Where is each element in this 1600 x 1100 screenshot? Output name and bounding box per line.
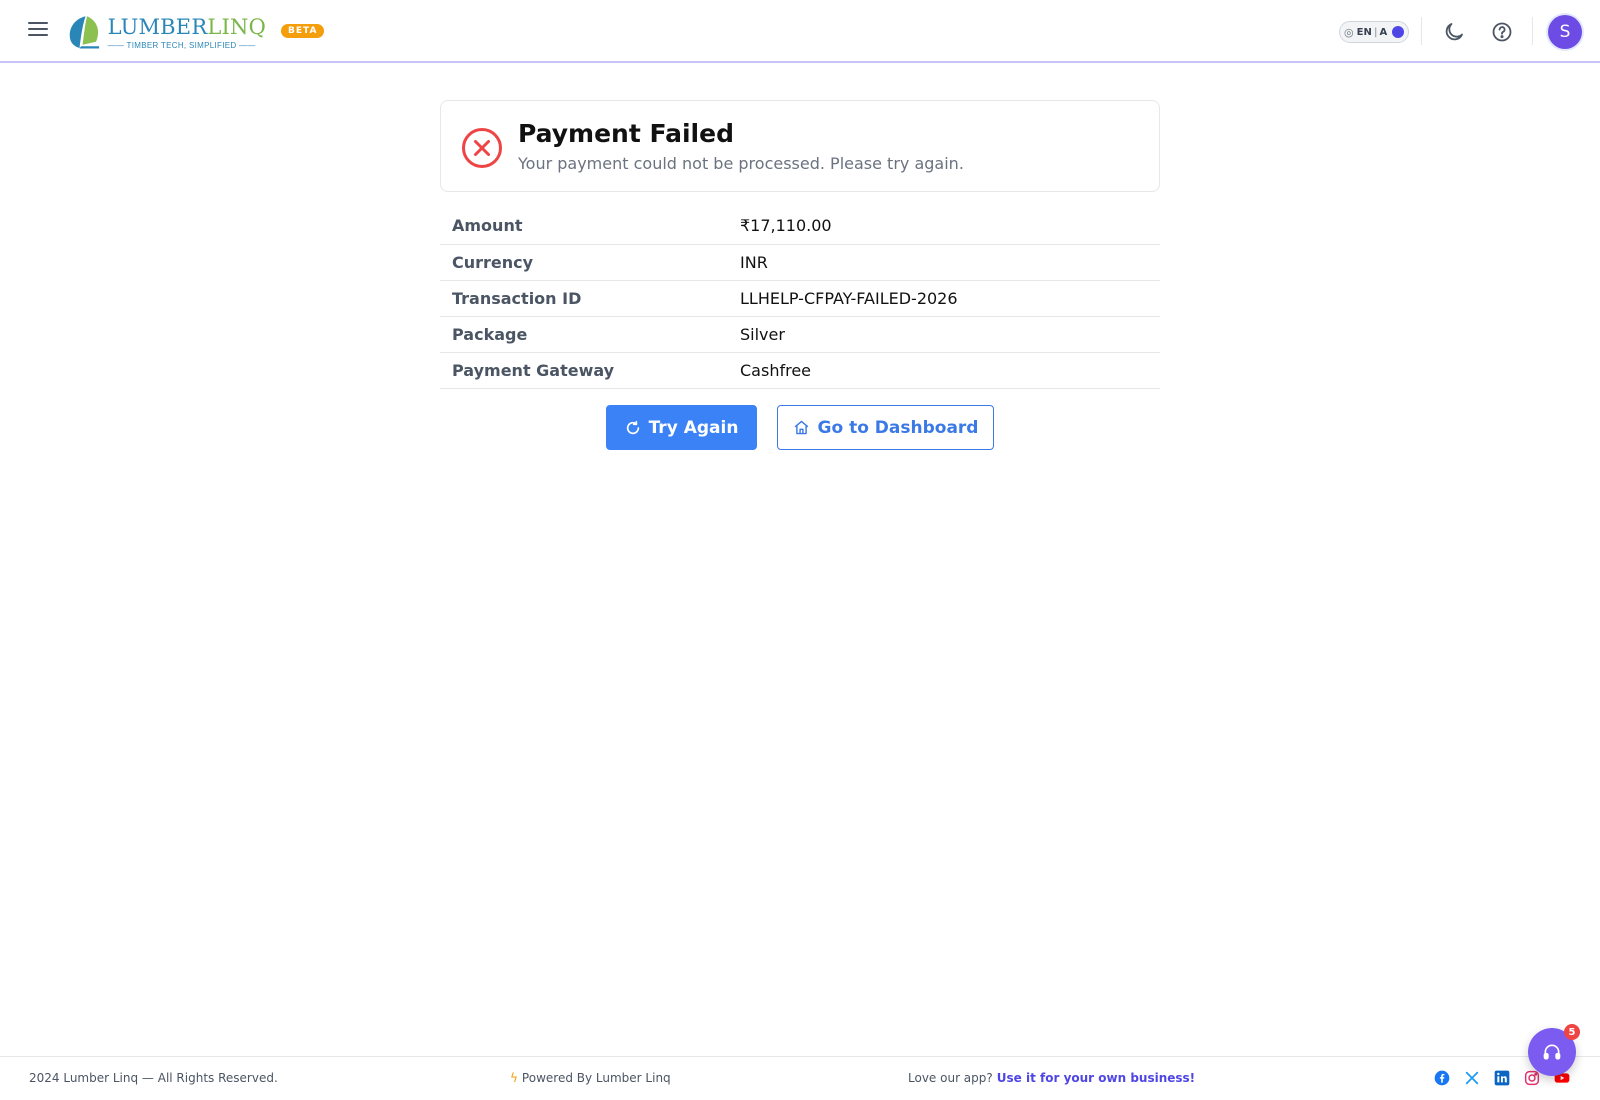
headset-icon [1543,1044,1561,1060]
x-icon[interactable] [1464,1070,1480,1086]
page-footer: 2024 Lumber Linq — All Rights Reserved. … [0,1056,1600,1100]
brand-name: LUMBERLINQ [107,14,266,39]
logo-leaf-icon [69,16,100,49]
home-icon [794,420,808,435]
detail-value: LLHELP-CFPAY-FAILED-2026 [740,288,958,308]
brand-logo[interactable]: LUMBERLINQ —— TIMBER TECH, SIMPLIFIED —— [66,6,266,58]
facebook-icon[interactable] [1434,1070,1450,1086]
beta-badge: BETA [281,24,325,38]
status-message: Your payment could not be processed. Ple… [518,154,964,173]
powered-by: ϟ Powered By Lumber Linq [510,1071,671,1085]
promo-link[interactable]: Use it for your own business! [997,1071,1195,1085]
detail-label: Package [452,324,528,344]
header-divider [1532,17,1533,45]
globe-icon: ◎ [1344,25,1354,39]
notification-badge: 5 [1564,1024,1580,1040]
detail-label: Transaction ID [452,288,582,308]
lang-separator: | [1373,26,1378,38]
detail-value: INR [740,252,768,272]
detail-label: Amount [452,216,523,236]
detail-label: Payment Gateway [452,360,615,380]
powered-by-text: Powered By Lumber Linq [521,1071,671,1085]
table-row: Amount ₹17,110.00 [440,208,1160,244]
menu-icon[interactable] [28,22,48,40]
error-circle-icon [462,128,502,168]
page-title: Payment Failed [518,119,734,148]
copyright-text: 2024 Lumber Linq — All Rights Reserved. [29,1071,278,1085]
table-row: Currency INR [440,244,1160,280]
user-avatar[interactable]: S [1548,15,1582,49]
lightning-icon: ϟ [510,1071,518,1085]
promo-text: Love our app? Use it for your own busines… [908,1071,1195,1085]
toggle-knob [1392,26,1404,38]
detail-label: Currency [452,252,534,272]
instagram-icon[interactable] [1524,1070,1540,1086]
refresh-icon [626,420,639,434]
go-to-dashboard-button[interactable]: Go to Dashboard [777,405,994,450]
detail-value: Silver [740,324,785,344]
language-toggle[interactable]: ◎ EN | A [1339,21,1409,43]
payment-status-card: Payment Failed Your payment could not be… [440,100,1160,192]
table-row: Package Silver [440,316,1160,352]
brand-tagline: —— TIMBER TECH, SIMPLIFIED —— [107,40,256,50]
payment-details-table: Amount ₹17,110.00 Currency INR Transacti… [440,208,1160,389]
top-header: LUMBERLINQ —— TIMBER TECH, SIMPLIFIED ——… [0,0,1600,63]
help-icon[interactable] [1490,20,1514,44]
promo-lead: Love our app? [908,1071,993,1085]
header-divider [1421,17,1422,45]
table-row: Transaction ID LLHELP-CFPAY-FAILED-2026 [440,280,1160,316]
lang-secondary: A [1379,26,1388,38]
try-again-label: Try Again [648,417,739,438]
dashboard-label: Go to Dashboard [817,417,979,438]
linkedin-icon[interactable] [1494,1070,1510,1086]
moon-icon[interactable] [1442,20,1466,44]
detail-value: ₹17,110.00 [740,216,832,236]
detail-value: Cashfree [740,360,811,380]
table-row: Payment Gateway Cashfree [440,352,1160,388]
lang-primary: EN [1356,26,1372,38]
try-again-button[interactable]: Try Again [606,405,757,450]
